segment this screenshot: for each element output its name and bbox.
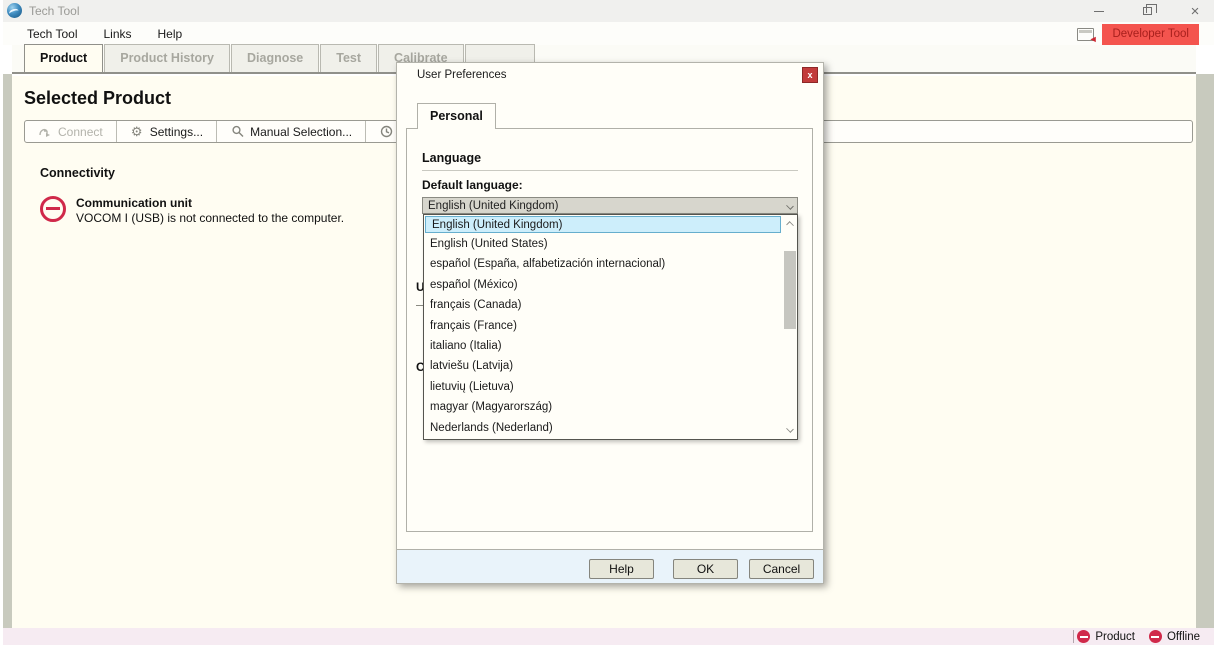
ok-button[interactable]: OK <box>673 559 738 579</box>
magnifier-icon <box>230 125 244 139</box>
option-lt-lt[interactable]: lietuvių (Lietuva) <box>424 377 797 397</box>
gear-icon: ⚙ <box>130 125 144 139</box>
option-nl-nl[interactable]: Nederlands (Nederland) <box>424 418 797 438</box>
clock-icon <box>379 125 393 139</box>
connect-label: Connect <box>58 125 103 139</box>
close-icon: × <box>1191 4 1200 19</box>
dialog-close-button[interactable]: x <box>802 67 818 83</box>
occluded-field-fragment <box>416 305 423 306</box>
manual-selection-button[interactable]: Manual Selection... <box>217 121 366 142</box>
manual-selection-label: Manual Selection... <box>250 125 352 139</box>
default-language-label: Default language: <box>422 178 523 192</box>
settings-label: Settings... <box>150 125 203 139</box>
status-bar: Product Offline <box>3 628 1214 645</box>
status-product: Product <box>1077 630 1135 643</box>
personal-tab-panel: Language Default language: English (Unit… <box>406 128 813 532</box>
minimize-icon <box>1094 11 1104 12</box>
scrollbar-thumb[interactable] <box>784 251 796 329</box>
statusbar-divider <box>1073 630 1074 643</box>
selected-language-value: English (United Kingdom) <box>428 200 558 212</box>
tab-product-history[interactable]: Product History <box>104 44 230 72</box>
menu-tech-tool[interactable]: Tech Tool <box>27 27 77 41</box>
developer-tool-icon[interactable]: ◄ <box>1077 28 1094 41</box>
tab-personal[interactable]: Personal <box>417 103 496 129</box>
window-frame-right <box>1196 74 1214 628</box>
offline-status-label: Offline <box>1167 631 1200 643</box>
disconnected-status-icon <box>40 196 66 222</box>
window-frame-left <box>3 74 12 628</box>
option-it-it[interactable]: italiano (Italia) <box>424 336 797 356</box>
connectivity-heading: Connectivity <box>40 166 115 180</box>
tab-product[interactable]: Product <box>24 44 103 72</box>
restore-icon <box>1143 7 1152 15</box>
option-es-es[interactable]: español (España, alfabetización internac… <box>424 254 797 274</box>
developer-tool-button[interactable]: Developer Tool <box>1102 24 1199 45</box>
option-en-us[interactable]: English (United States) <box>424 234 797 254</box>
option-lv-lv[interactable]: latviešu (Latvija) <box>424 356 797 376</box>
option-es-mx[interactable]: español (México) <box>424 275 797 295</box>
page-title: Selected Product <box>24 88 171 109</box>
scroll-up-icon[interactable] <box>786 221 794 229</box>
tab-test[interactable]: Test <box>320 44 377 72</box>
menu-help[interactable]: Help <box>158 27 183 41</box>
app-window: Tech Tool × Tech Tool Links Help ◄ Devel… <box>0 0 1214 645</box>
default-language-select[interactable]: English (United Kingdom) <box>422 197 798 214</box>
help-button[interactable]: Help <box>589 559 654 579</box>
connect-button[interactable]: Connect <box>25 121 117 142</box>
settings-button[interactable]: ⚙ Settings... <box>117 121 217 142</box>
product-status-icon <box>1077 630 1090 643</box>
product-status-label: Product <box>1095 631 1135 643</box>
tab-diagnose[interactable]: Diagnose <box>231 44 319 72</box>
section-divider <box>422 170 798 171</box>
close-button[interactable]: × <box>1184 2 1206 20</box>
status-offline: Offline <box>1149 630 1200 643</box>
minimize-button[interactable] <box>1088 2 1110 20</box>
red-arrow-icon: ◄ <box>1089 35 1098 44</box>
window-title: Tech Tool <box>29 4 79 18</box>
menu-bar: Tech Tool Links Help ◄ Developer Tool <box>3 22 1214 45</box>
title-bar: Tech Tool × <box>3 0 1214 22</box>
dialog-footer: Help OK Cancel <box>397 549 823 583</box>
option-hu-hu[interactable]: magyar (Magyarország) <box>424 397 797 417</box>
option-fr-ca[interactable]: français (Canada) <box>424 295 797 315</box>
language-dropdown-list: English (United Kingdom) English (United… <box>423 214 798 440</box>
option-en-gb[interactable]: English (United Kingdom) <box>425 216 781 233</box>
scroll-down-icon[interactable] <box>786 425 794 433</box>
offline-status-icon <box>1149 630 1162 643</box>
cancel-button[interactable]: Cancel <box>749 559 814 579</box>
menu-links[interactable]: Links <box>103 27 131 41</box>
option-fr-fr[interactable]: français (France) <box>424 316 797 336</box>
language-section-heading: Language <box>422 151 481 165</box>
app-logo-icon <box>7 3 22 18</box>
chevron-down-icon <box>786 202 794 210</box>
list-scrollbar[interactable] <box>783 215 797 439</box>
communication-unit-text: VOCOM I (USB) is not connected to the co… <box>76 211 344 225</box>
user-preferences-dialog: User Preferences x Personal Language Def… <box>396 62 824 584</box>
connect-icon <box>38 125 52 139</box>
dialog-title: User Preferences <box>417 69 506 81</box>
restore-button[interactable] <box>1136 2 1158 20</box>
communication-unit-title: Communication unit <box>76 196 192 210</box>
